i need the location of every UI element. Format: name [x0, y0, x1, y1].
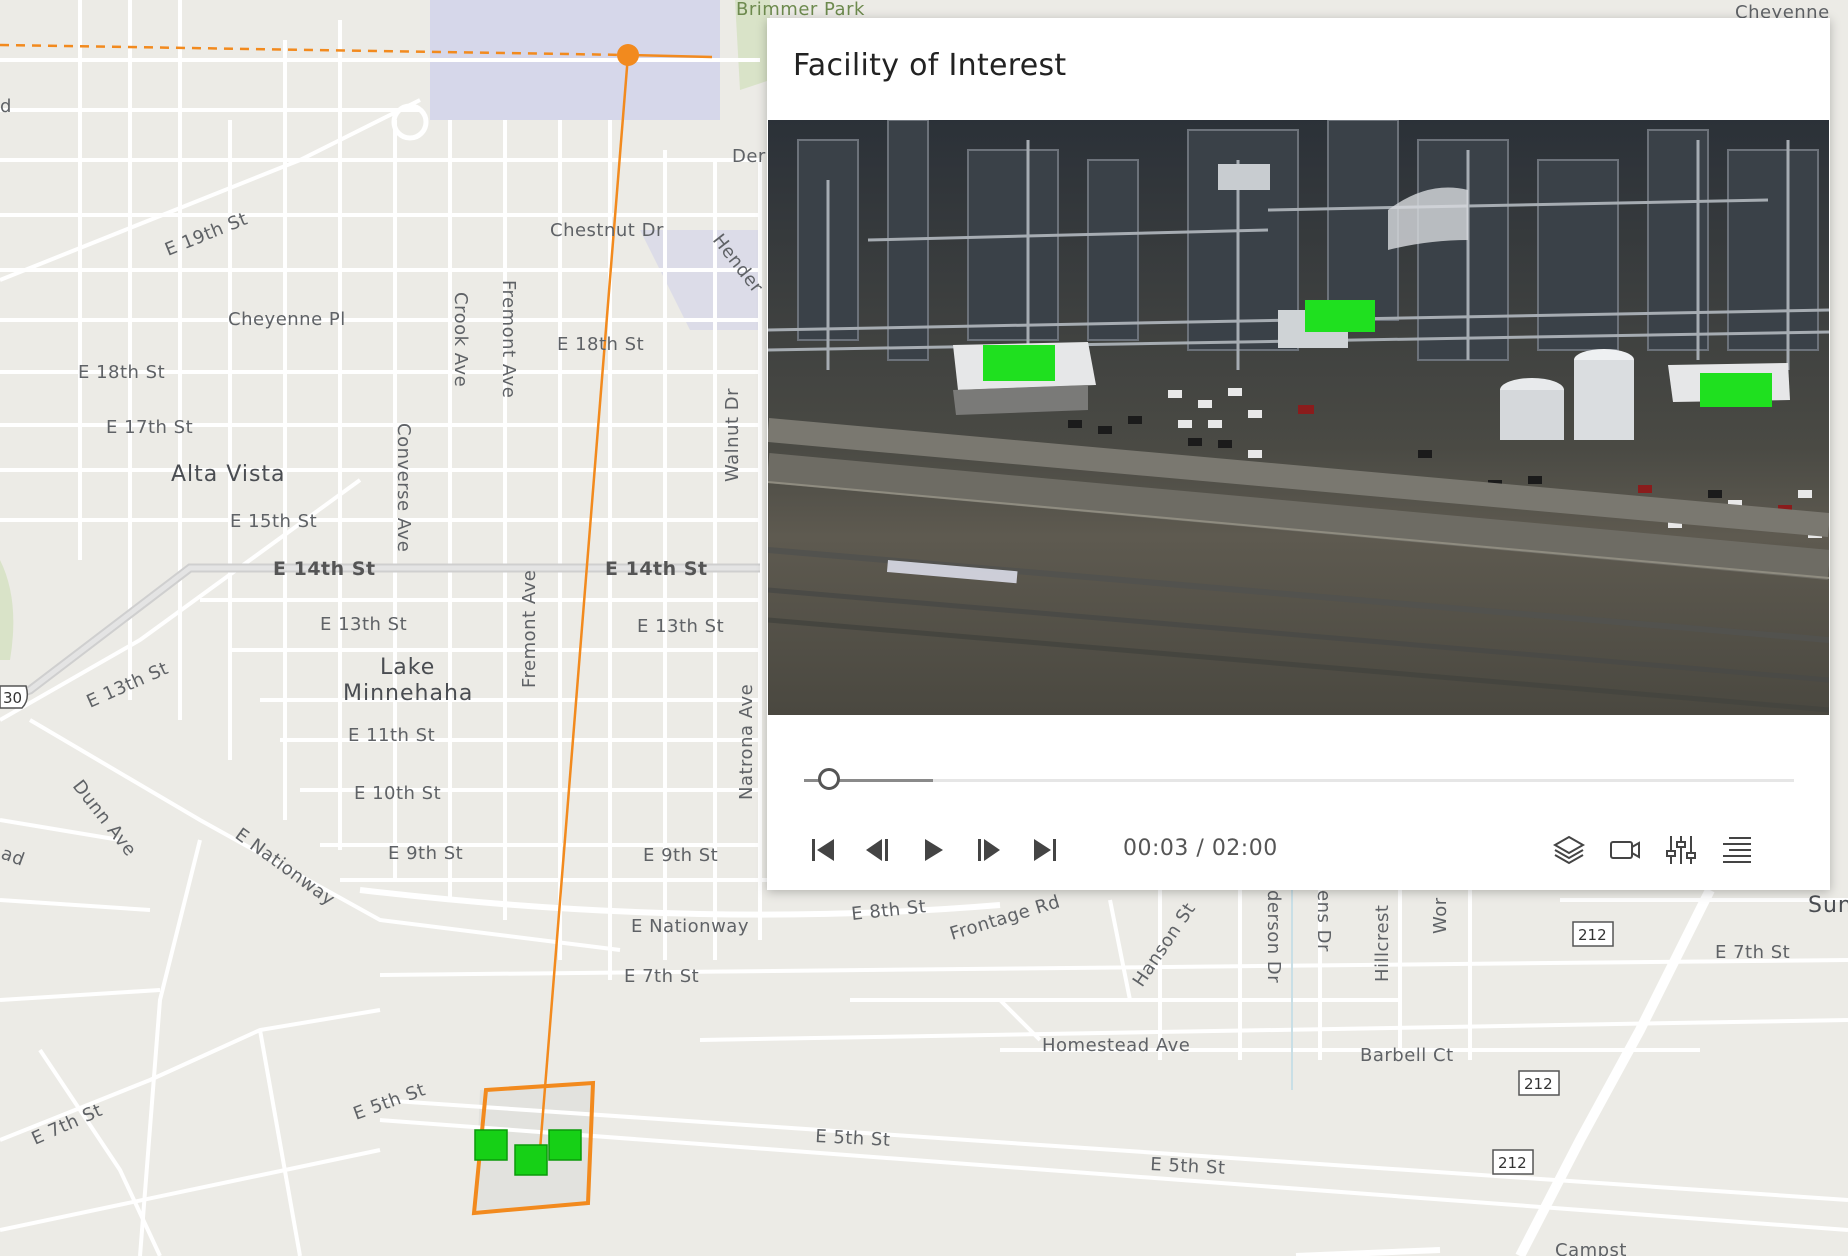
current-time: 00:03 — [1123, 836, 1189, 861]
label-d: d — [0, 96, 12, 117]
skip-to-start-icon — [812, 839, 834, 861]
label-e-17th-st: E 17th St — [106, 417, 193, 438]
video-controls: 00:03 / 02:00 — [803, 830, 1803, 870]
video-popup[interactable]: Facility of Interest 00:03 / 02:00 — [767, 18, 1830, 890]
step-forward-button[interactable] — [969, 830, 1009, 870]
label-walnut-dr: Walnut Dr — [722, 388, 743, 482]
label-brimmer-park: Brimmer Park — [736, 0, 865, 20]
step-forward-icon — [978, 839, 1000, 861]
layers-button[interactable] — [1549, 830, 1589, 870]
adjustments-button[interactable] — [1661, 830, 1701, 870]
step-back-button[interactable] — [857, 830, 897, 870]
label-e-15th-st: E 15th St — [230, 511, 317, 532]
skip-to-end-button[interactable] — [1025, 830, 1065, 870]
label-e-13th-st-west: E 13th St — [320, 614, 407, 635]
video-detection-2[interactable] — [1305, 300, 1375, 332]
route-212-shield-a: 212 — [1572, 921, 1614, 947]
video-detection-3[interactable] — [1700, 373, 1772, 407]
label-fremont-ave-north: Fremont Ave — [498, 280, 519, 398]
video-progress-bar[interactable] — [804, 768, 1794, 790]
play-icon — [925, 839, 943, 861]
video-detection-1[interactable] — [983, 345, 1055, 381]
shield-212-label: 212 — [1524, 1075, 1553, 1093]
video-timecode: 00:03 / 02:00 — [1123, 836, 1278, 861]
label-e-10th-st: E 10th St — [354, 783, 441, 804]
route-212-shield-c: 212 — [1492, 1149, 1534, 1175]
label-sun: Sun — [1808, 893, 1848, 918]
label-campst: Campst — [1555, 1240, 1627, 1256]
label-der: Der — [732, 146, 766, 167]
label-e-11th-st: E 11th St — [348, 725, 435, 746]
metadata-list-button[interactable] — [1717, 830, 1757, 870]
label-derson-dr: derson Dr — [1263, 890, 1284, 983]
label-e-14th-st-west: E 14th St — [273, 558, 376, 580]
label-e-18th-st-west: E 18th St — [78, 362, 165, 383]
label-e-14th-st-east: E 14th St — [605, 558, 708, 580]
total-time: 02:00 — [1211, 836, 1278, 861]
label-fremont-ave-south: Fremont Ave — [519, 570, 540, 688]
skip-to-end-icon — [1034, 839, 1056, 861]
video-frame-image — [768, 120, 1829, 715]
label-e-5th-st-east: E 5th St — [1150, 1154, 1226, 1179]
label-converse-ave: Converse Ave — [393, 423, 414, 552]
video-camera-button[interactable] — [1605, 830, 1645, 870]
label-natrona-ave: Natrona Ave — [736, 684, 757, 800]
sliders-icon — [1666, 836, 1696, 864]
label-e-18th-st-east: E 18th St — [557, 334, 644, 355]
progress-rail — [804, 779, 1794, 782]
route-212-shield-b: 212 — [1518, 1070, 1560, 1096]
popup-title: Facility of Interest — [793, 48, 1067, 83]
us-route-30-shield: 30 — [0, 685, 29, 709]
shield-212-label: 212 — [1578, 926, 1607, 944]
detection-box-3[interactable] — [548, 1129, 582, 1161]
video-camera-icon — [1610, 841, 1640, 859]
label-homestead-ave: Homestead Ave — [1042, 1035, 1190, 1056]
shield-212-label: 212 — [1498, 1154, 1527, 1172]
layers-icon — [1552, 835, 1586, 865]
label-e-nationway: E Nationway — [631, 916, 749, 937]
label-ens-dr: ens Dr — [1313, 890, 1334, 952]
label-e-7th-st-east: E 7th St — [1715, 942, 1790, 963]
sensor-location-marker[interactable] — [617, 44, 639, 66]
label-e-13th-st-east: E 13th St — [637, 616, 724, 637]
label-minnehaha: Minnehaha — [343, 681, 473, 706]
progress-thumb[interactable] — [817, 768, 840, 790]
video-frame[interactable] — [768, 120, 1829, 715]
detection-box-2[interactable] — [514, 1144, 548, 1176]
skip-to-start-button[interactable] — [803, 830, 843, 870]
label-e-9th-st-west: E 9th St — [388, 843, 463, 864]
detection-box-1[interactable] — [474, 1129, 508, 1161]
list-icon — [1723, 837, 1751, 863]
label-e-5th-st-central: E 5th St — [815, 1126, 891, 1151]
label-e-9th-st-east: E 9th St — [643, 845, 718, 866]
label-chestnut-dr: Chestnut Dr — [550, 220, 664, 241]
step-back-icon — [866, 839, 888, 861]
label-wor: Wor — [1430, 897, 1451, 934]
label-hillcrest: Hillcrest — [1372, 905, 1393, 982]
label-barbell-ct: Barbell Ct — [1360, 1045, 1454, 1066]
label-cheyenne-pl: Cheyenne Pl — [228, 309, 346, 330]
label-crook-ave: Crook Ave — [450, 292, 471, 387]
time-separator: / — [1188, 836, 1212, 861]
shield-30-label: 30 — [3, 689, 22, 707]
label-alta-vista: Alta Vista — [171, 462, 286, 487]
label-e-7th-st-central: E 7th St — [624, 966, 699, 987]
label-lake: Lake — [380, 655, 435, 680]
play-button[interactable] — [913, 830, 953, 870]
